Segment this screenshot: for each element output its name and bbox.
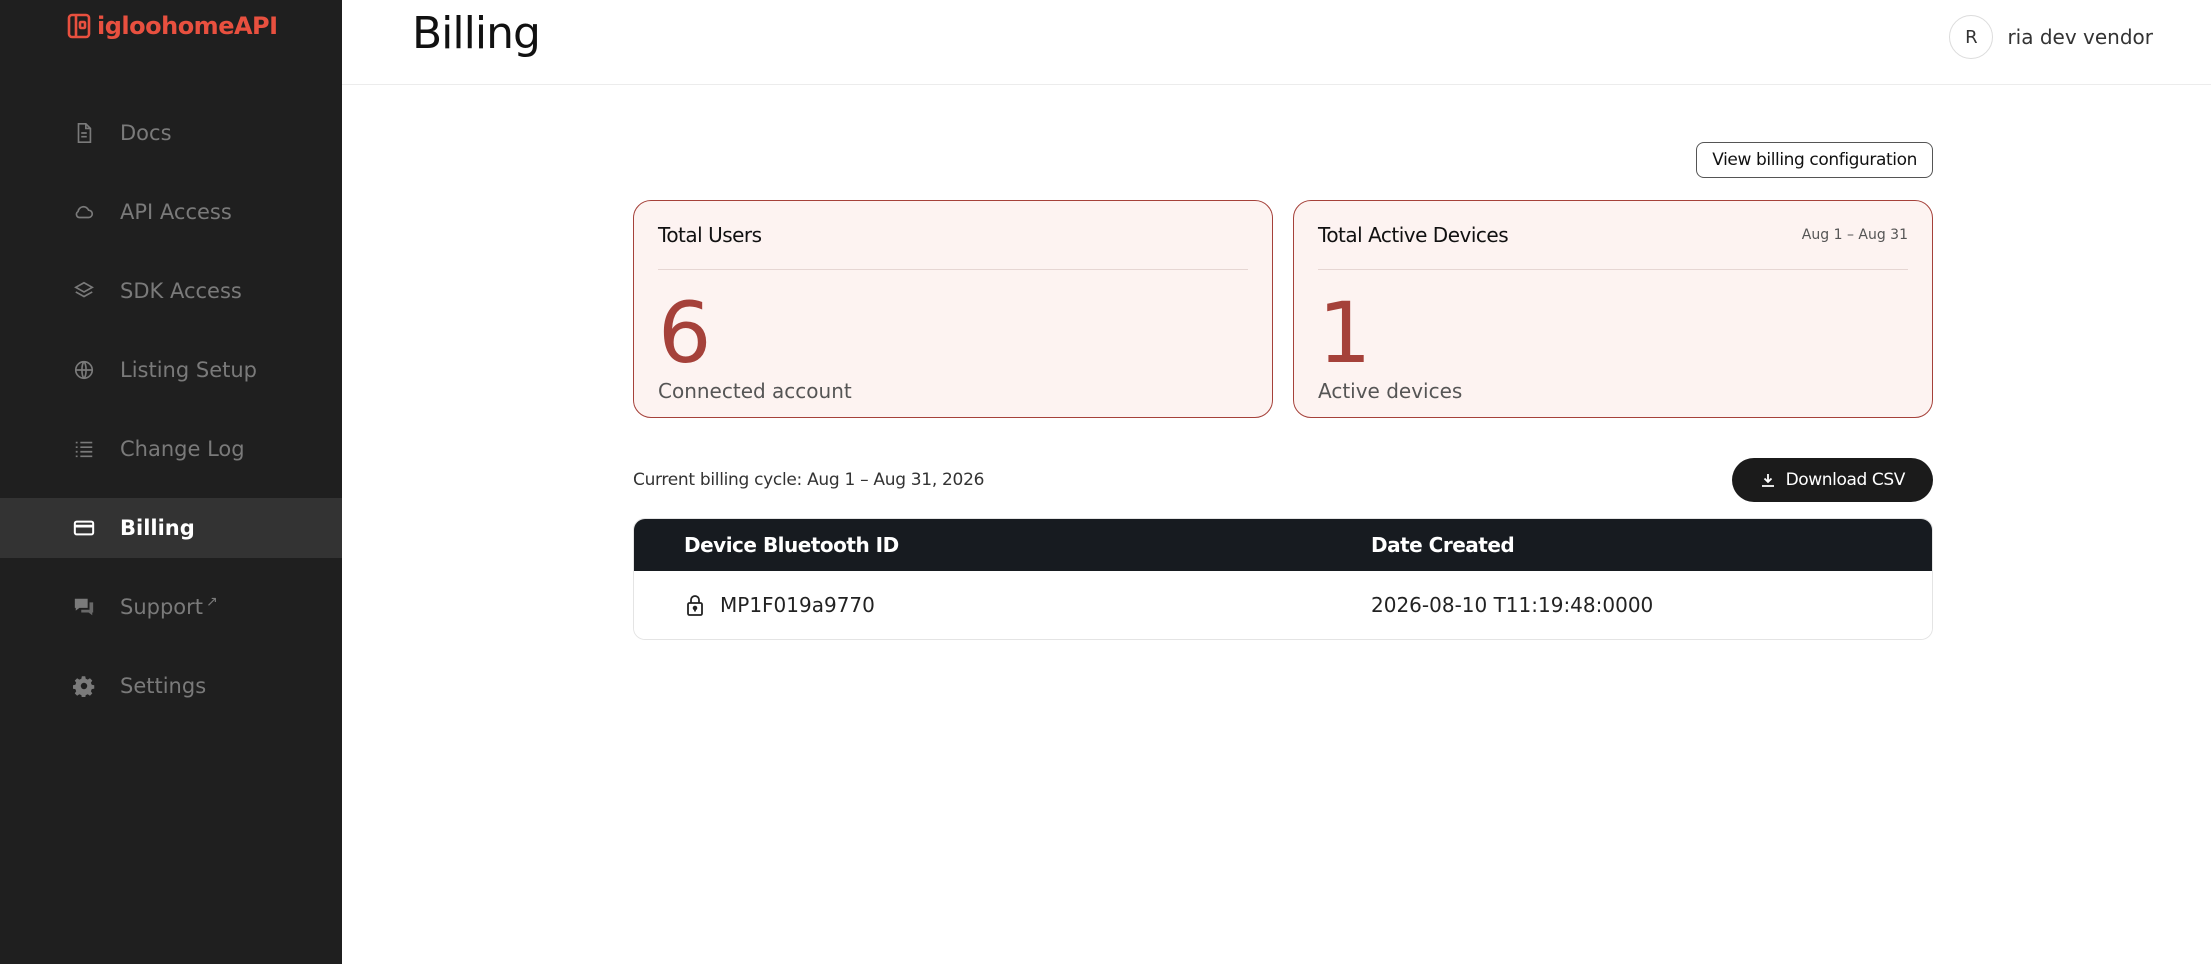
billing-cycle-text: Current billing cycle: Aug 1 – Aug 31, 2… xyxy=(633,470,985,490)
list-icon xyxy=(72,437,96,461)
cell-device-id: MP1F019a9770 xyxy=(634,593,1371,617)
total-users-card: Total Users 6 Connected account xyxy=(633,200,1273,418)
chat-icon xyxy=(72,595,96,619)
user-menu[interactable]: R ria dev vendor xyxy=(1949,15,2153,59)
sidebar-item-label: SDK Access xyxy=(120,279,242,303)
active-devices-value: 1 xyxy=(1318,284,1372,382)
sidebar-item-label: Settings xyxy=(120,674,207,698)
sidebar-item-label: Listing Setup xyxy=(120,358,257,382)
sidebar-item-label: Support xyxy=(120,595,204,619)
layers-icon xyxy=(72,279,96,303)
column-header-date-created: Date Created xyxy=(1371,533,1515,557)
table-header: Device Bluetooth ID Date Created xyxy=(634,519,1932,571)
cloud-icon xyxy=(72,200,96,224)
sidebar: igloohomeAPI Docs API Access SDK Access xyxy=(0,0,342,964)
sidebar-item-label: Billing xyxy=(120,516,195,540)
sidebar-item-sdk-access[interactable]: SDK Access xyxy=(0,261,342,321)
lock-icon xyxy=(687,595,703,616)
table-row[interactable]: MP1F019a9770 2026-08-10 T11:19:48:0000 xyxy=(634,571,1932,639)
card-title: Total Users xyxy=(658,223,762,247)
external-link-icon: ↗ xyxy=(206,594,218,610)
card-header: Total Active Devices Aug 1 – Aug 31 xyxy=(1318,201,1908,270)
user-name[interactable]: ria dev vendor xyxy=(2007,25,2153,49)
card-range: Aug 1 – Aug 31 xyxy=(1801,227,1908,243)
download-icon xyxy=(1761,474,1774,487)
sidebar-item-change-log[interactable]: Change Log xyxy=(0,419,342,479)
app-root: igloohomeAPI Docs API Access SDK Access xyxy=(0,0,2211,964)
sidebar-item-support[interactable]: Support ↗ xyxy=(0,577,342,637)
sidebar-item-docs[interactable]: Docs xyxy=(0,103,342,163)
logo[interactable]: igloohomeAPI xyxy=(67,12,278,40)
page-title: Billing xyxy=(412,8,541,59)
sidebar-item-listing-setup[interactable]: Listing Setup xyxy=(0,340,342,400)
devices-table: Device Bluetooth ID Date Created MP1F019… xyxy=(633,518,1933,640)
logo-icon xyxy=(67,13,91,39)
avatar[interactable]: R xyxy=(1949,15,1994,59)
card-header: Total Users xyxy=(658,201,1248,270)
sidebar-item-label: Change Log xyxy=(120,437,245,461)
billing-cycle-row: Current billing cycle: Aug 1 – Aug 31, 2… xyxy=(633,458,1933,502)
download-csv-button[interactable]: Download CSV xyxy=(1731,458,1933,502)
document-icon xyxy=(72,121,96,145)
device-id-text: MP1F019a9770 xyxy=(720,593,875,617)
sidebar-item-billing[interactable]: Billing xyxy=(0,498,342,558)
config-row: View billing configuration xyxy=(633,142,1933,178)
billing-content: View billing configuration Total Users 6… xyxy=(633,142,1933,640)
page-header: Billing R ria dev vendor xyxy=(342,0,2211,85)
cell-date-created: 2026-08-10 T11:19:48:0000 xyxy=(1371,593,1654,617)
total-users-value: 6 xyxy=(658,284,712,382)
credit-card-icon xyxy=(72,516,96,540)
logo-text: igloohomeAPI xyxy=(97,12,278,40)
card-caption: Active devices xyxy=(1318,379,1463,403)
view-billing-configuration-button[interactable]: View billing configuration xyxy=(1696,142,1933,178)
gear-icon xyxy=(72,674,96,698)
globe-icon xyxy=(72,358,96,382)
sidebar-item-label: Docs xyxy=(120,121,172,145)
sidebar-item-label: API Access xyxy=(120,200,232,224)
card-caption: Connected account xyxy=(658,379,852,403)
total-active-devices-card: Total Active Devices Aug 1 – Aug 31 1 Ac… xyxy=(1293,200,1933,418)
summary-cards: Total Users 6 Connected account Total Ac… xyxy=(633,200,1933,418)
sidebar-nav: Docs API Access SDK Access Listing Setup xyxy=(0,103,342,735)
column-header-device-id: Device Bluetooth ID xyxy=(684,533,899,557)
download-csv-label: Download CSV xyxy=(1785,470,1906,490)
sidebar-item-api-access[interactable]: API Access xyxy=(0,182,342,242)
card-title: Total Active Devices xyxy=(1318,223,1509,247)
sidebar-item-settings[interactable]: Settings xyxy=(0,656,342,716)
